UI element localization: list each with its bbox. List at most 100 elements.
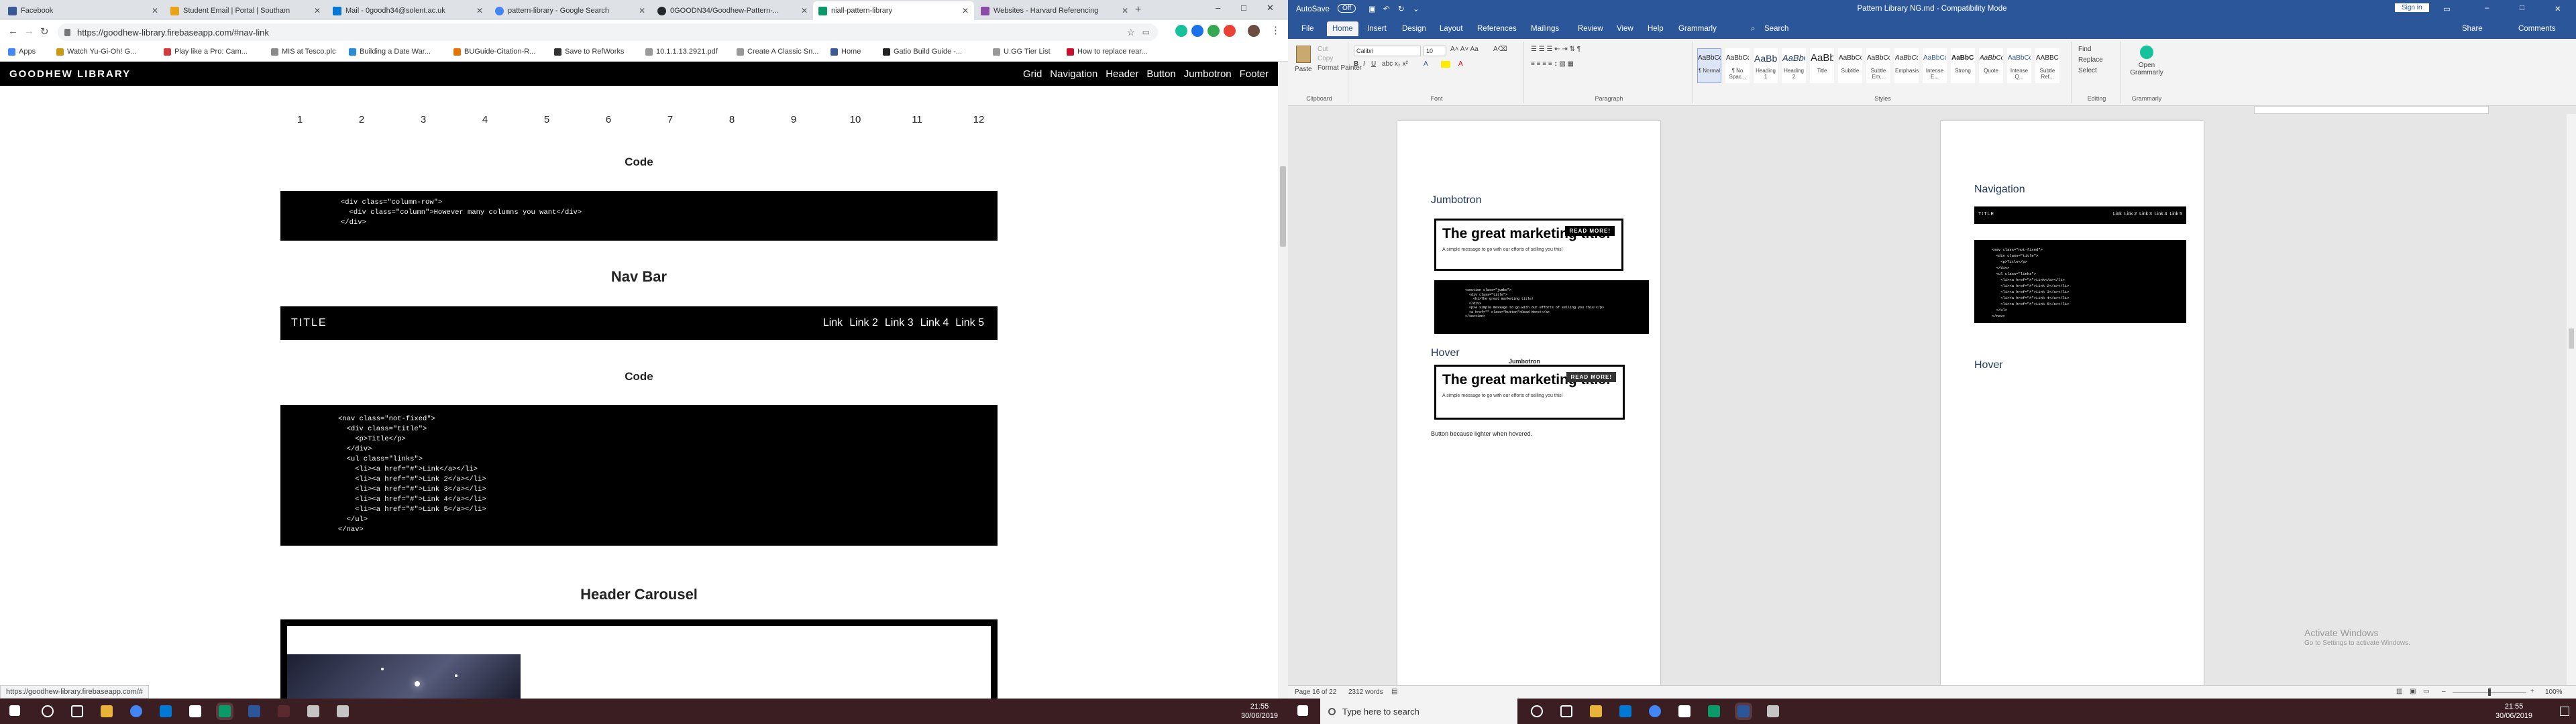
tab-facebook[interactable]: Facebook ✕: [3, 1, 164, 20]
page-count[interactable]: Page 16 of 22: [1295, 688, 1336, 696]
nav-link-navigation[interactable]: Navigation: [1050, 68, 1097, 80]
zoom-level[interactable]: 100%: [2545, 688, 2563, 696]
bookmark-item[interactable]: Watch Yu-Gi-Oh! G...: [56, 48, 136, 56]
tab-mailings[interactable]: Mailings: [1531, 25, 1559, 33]
replace-button[interactable]: Replace: [2078, 56, 2103, 64]
scrollbar-thumb[interactable]: [1280, 166, 1286, 247]
profile-avatar[interactable]: [1248, 25, 1260, 37]
bookmark-item[interactable]: U.GG Tier List: [993, 48, 1051, 56]
demo-nav-link[interactable]: Link: [823, 317, 843, 329]
maximize-button[interactable]: □: [2520, 4, 2524, 12]
horizontal-ruler[interactable]: [2254, 106, 2489, 114]
minimize-button[interactable]: –: [2485, 4, 2489, 12]
clear-format-icon[interactable]: A⌫: [1493, 46, 1507, 53]
alignment-icons[interactable]: ≡ ≡ ≡ ≡ ↕ ▨ ▦: [1531, 60, 1574, 68]
style-heading-1[interactable]: AaBbCHeading 1: [1754, 48, 1778, 83]
paste-icon[interactable]: [1296, 46, 1311, 63]
bookmark-item[interactable]: Save to RefWorks: [554, 48, 624, 56]
font-color-icon[interactable]: A: [1458, 60, 1463, 68]
grow-font-icon[interactable]: A˄ A˅ Aa: [1450, 46, 1479, 53]
style-title[interactable]: AaBbCTitle: [1810, 48, 1834, 83]
bookmark-item[interactable]: Gatio Build Guide -...: [883, 48, 962, 56]
address-bar[interactable]: https://goodhew-library.firebaseapp.com/…: [58, 23, 1158, 41]
demo-nav-link[interactable]: Link 4: [920, 317, 949, 329]
more-menu-icon[interactable]: ⋮: [1271, 24, 1281, 36]
demo-nav-link[interactable]: Link 2: [849, 317, 878, 329]
underline-button[interactable]: U: [1371, 60, 1376, 68]
library-brand[interactable]: GOODHEW LIBRARY: [9, 68, 131, 80]
ribbon-display-icon[interactable]: ▭: [2443, 4, 2451, 13]
task-view-icon[interactable]: [71, 705, 83, 717]
mail-icon[interactable]: [1678, 705, 1690, 717]
tab-references[interactable]: References: [1477, 25, 1517, 33]
mail-icon[interactable]: [189, 705, 201, 717]
demo-nav-link[interactable]: Link 3: [885, 317, 914, 329]
nav-link-header[interactable]: Header: [1106, 68, 1138, 80]
nav-link-footer[interactable]: Footer: [1240, 68, 1269, 80]
tab-review[interactable]: Review: [1578, 25, 1603, 33]
store-icon[interactable]: [160, 705, 172, 717]
cast-icon[interactable]: ▭: [1142, 27, 1150, 37]
proofing-icon[interactable]: ▤: [1391, 688, 1397, 695]
zoom-in-icon[interactable]: +: [2530, 688, 2534, 695]
tab-layout[interactable]: Layout: [1440, 25, 1463, 33]
font-name-field[interactable]: Calibri: [1354, 46, 1421, 56]
search-icon[interactable]: [42, 705, 54, 717]
taskbar-clock[interactable]: 21:55 30/06/2019: [1241, 702, 1278, 721]
open-grammarly-button[interactable]: Open Grammarly: [2125, 62, 2168, 76]
bookmark-item[interactable]: Create A Classic Sn...: [737, 48, 818, 56]
bookmark-item[interactable]: Building a Date War...: [349, 48, 431, 56]
font-size-field[interactable]: 10: [1424, 46, 1446, 56]
chrome-icon[interactable]: [130, 705, 142, 717]
share-button[interactable]: Share: [2462, 25, 2483, 33]
app-icon[interactable]: [278, 705, 290, 717]
word-icon[interactable]: [248, 705, 260, 717]
bookmark-item[interactable]: BUGuide-Citation-R...: [453, 48, 535, 56]
style-subtitle[interactable]: AaBbCcDSubtitle: [1838, 48, 1862, 83]
close-window-button[interactable]: ✕: [2555, 4, 2561, 13]
back-arrow-icon[interactable]: ←: [8, 25, 18, 37]
style-no-spacing[interactable]: AaBbCcDdE¶ No Spac...: [1725, 48, 1750, 83]
taskbar-search[interactable]: Type here to search: [1320, 699, 1517, 724]
active-app-icon[interactable]: [219, 705, 231, 717]
minimize-button[interactable]: –: [1216, 3, 1220, 13]
tab-student-email[interactable]: Student Email | Portal | Southam ✕: [165, 1, 326, 20]
paste-button[interactable]: Paste: [1295, 66, 1312, 73]
select-button[interactable]: Select: [2078, 67, 2097, 74]
tab-harvard[interactable]: Websites - Harvard Referencing ✕: [975, 1, 1134, 20]
tell-me-search[interactable]: Search: [1764, 25, 1788, 33]
app-icon[interactable]: [337, 705, 349, 717]
demo-nav-link[interactable]: Link 5: [955, 317, 984, 329]
style-intense-quote[interactable]: AaBbCcDdEIntense Q...: [2007, 48, 2031, 83]
style-strong[interactable]: AaBbCcDdEStrong: [1951, 48, 1975, 83]
style-normal[interactable]: AaBbCcDdE¶ Normal: [1697, 48, 1721, 83]
style-emphasis[interactable]: AaBbCcDdEEmphasis: [1894, 48, 1919, 83]
cut-button[interactable]: Cut: [1318, 46, 1328, 53]
app-icon[interactable]: [307, 705, 319, 717]
sign-in-button[interactable]: Sign in: [2395, 3, 2429, 12]
tab-github[interactable]: 0GOODN34/Goodhew-Pattern-... ✕: [652, 1, 813, 20]
tab-google-search[interactable]: pattern-library - Google Search ✕: [490, 1, 651, 20]
zoom-slider-thumb[interactable]: [2488, 688, 2491, 696]
app-icon[interactable]: [1708, 705, 1720, 717]
tab-design[interactable]: Design: [1402, 25, 1426, 33]
tab-view[interactable]: View: [1617, 25, 1633, 33]
forward-arrow-icon[interactable]: →: [24, 25, 34, 37]
chrome-icon[interactable]: [1649, 705, 1661, 717]
task-view-icon[interactable]: [1560, 705, 1572, 717]
word-icon[interactable]: [1737, 705, 1750, 717]
bookmark-item[interactable]: Home: [830, 48, 861, 56]
extension-icon[interactable]: [1224, 25, 1236, 37]
bookmark-item[interactable]: Apps: [8, 48, 36, 56]
close-tab-icon[interactable]: ✕: [639, 6, 645, 15]
scrollbar-thumb[interactable]: [2569, 328, 2574, 349]
tab-home[interactable]: Home: [1327, 21, 1358, 36]
style-heading-2[interactable]: AaBbCcHeading 2: [1782, 48, 1806, 83]
word-count[interactable]: 2312 words: [1348, 688, 1383, 696]
tab-pattern-library[interactable]: niall-pattern-library ✕: [813, 1, 974, 20]
app-icon[interactable]: [1767, 705, 1779, 717]
copy-button[interactable]: Copy: [1318, 55, 1333, 62]
comments-button[interactable]: Comments: [2518, 25, 2556, 33]
extension-icon[interactable]: [1208, 25, 1220, 37]
reload-icon[interactable]: ↻: [40, 25, 49, 38]
